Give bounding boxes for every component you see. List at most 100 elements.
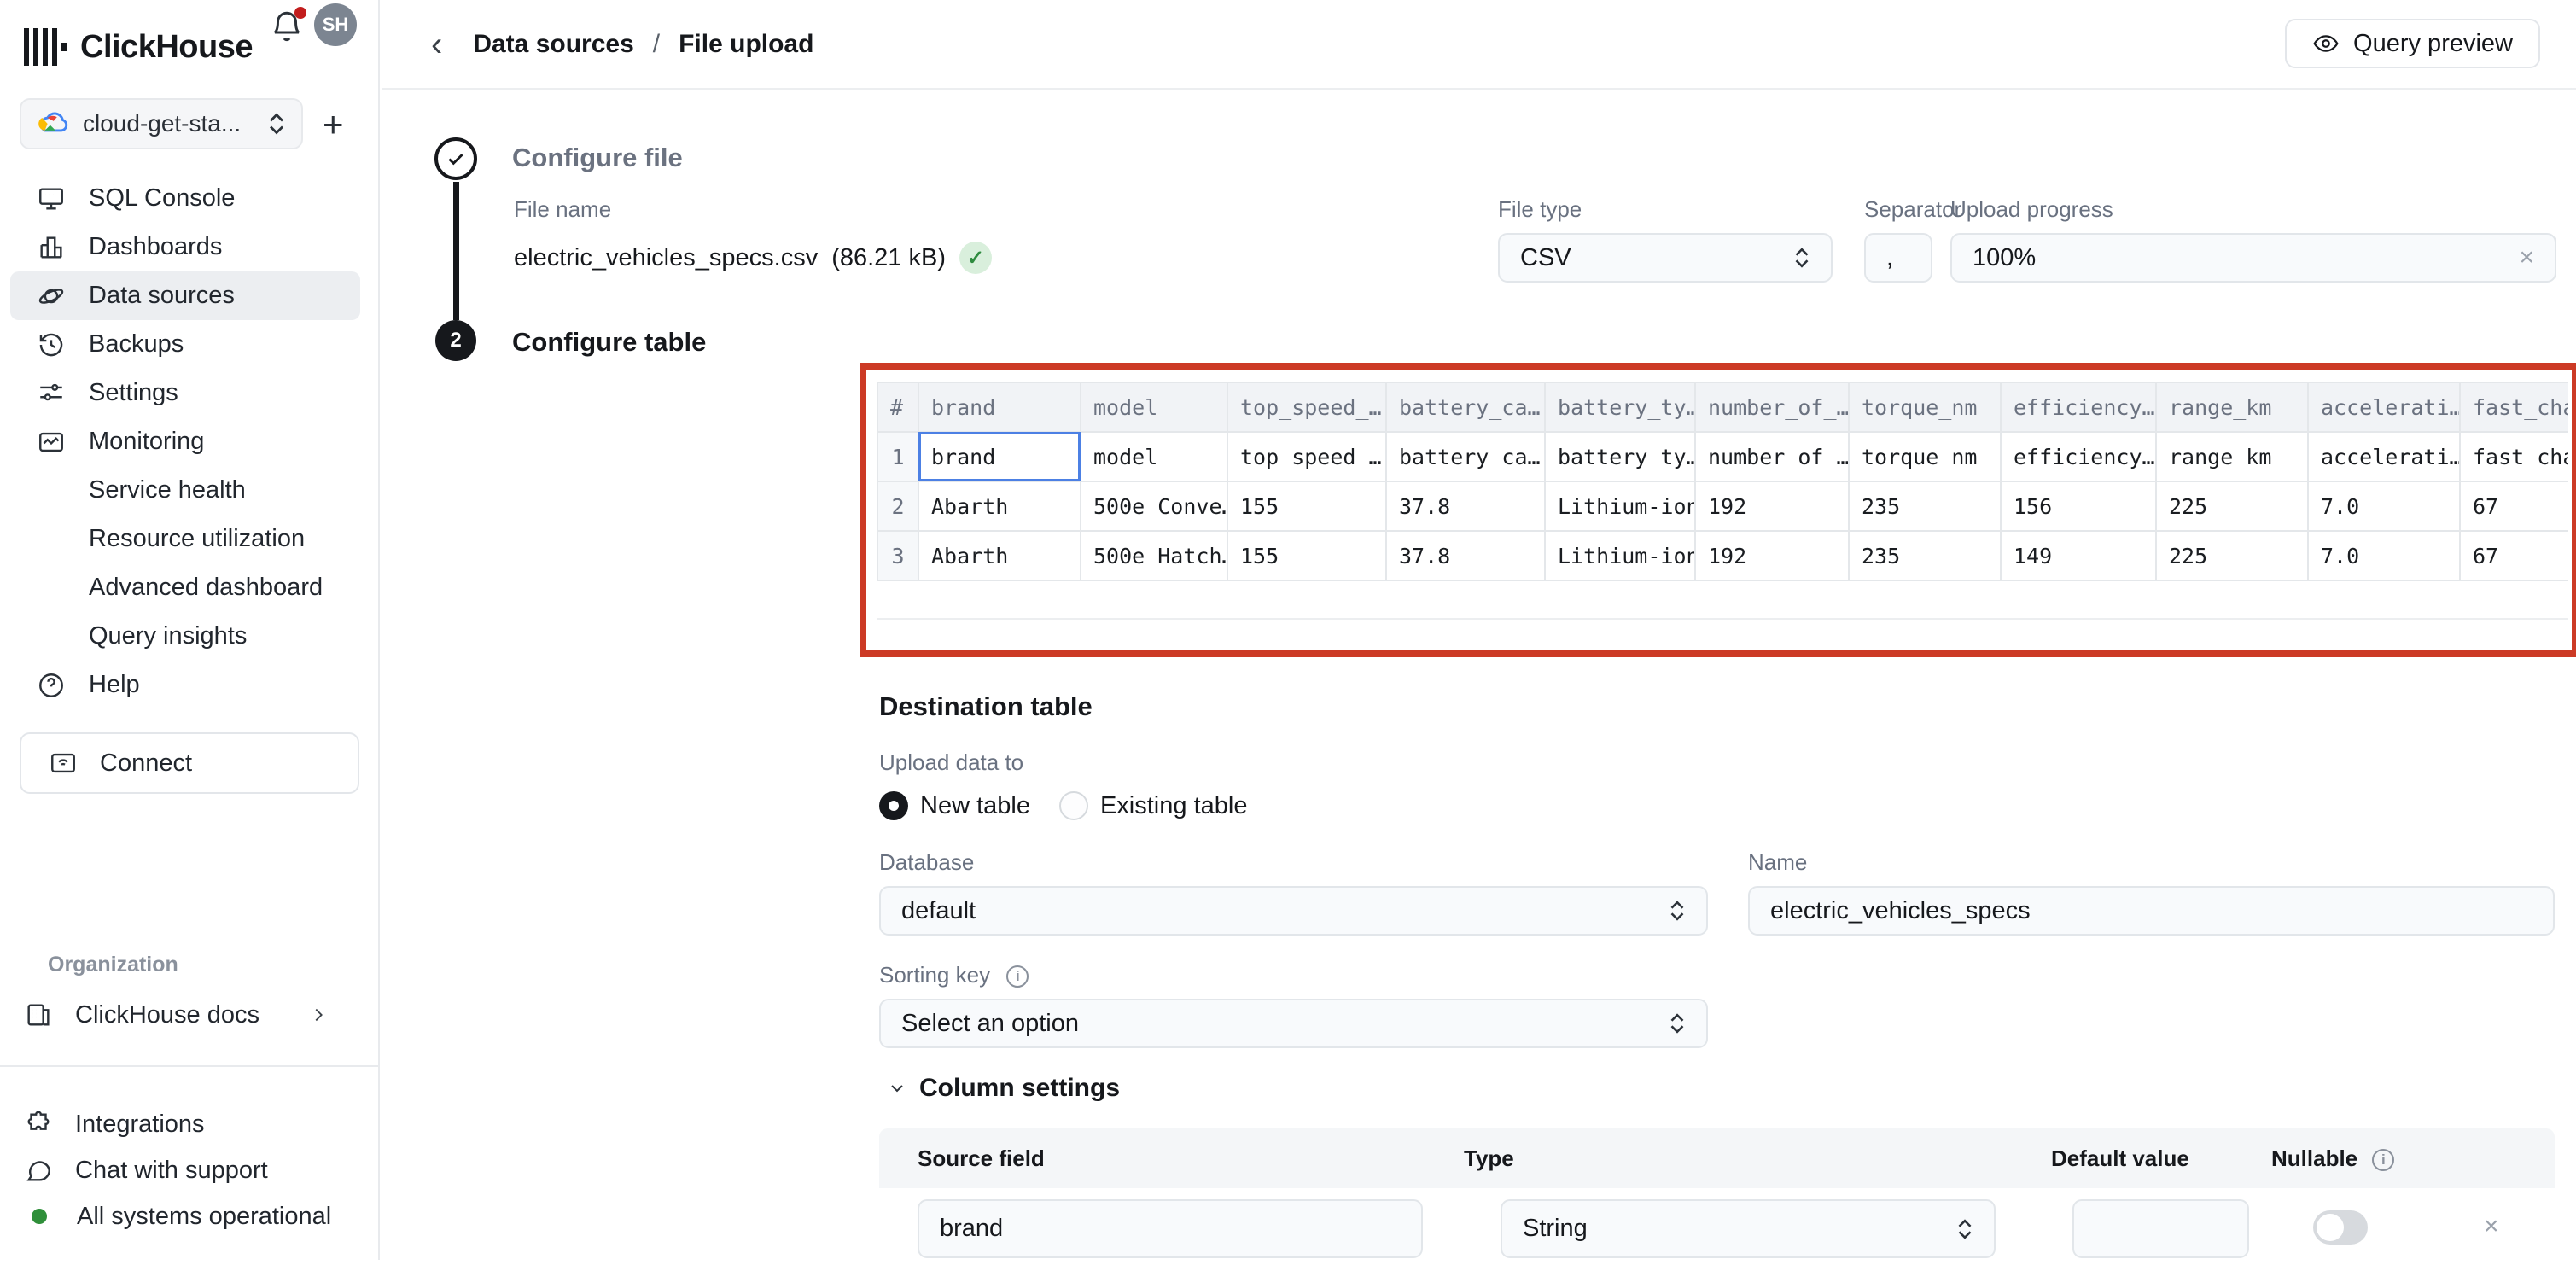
sidebar-item-label: Service health [89, 476, 246, 504]
add-service-button[interactable]: + [323, 107, 344, 143]
table-name-input[interactable]: electric_vehicles_specs [1748, 886, 2555, 936]
clear-upload-icon[interactable]: × [2519, 243, 2534, 272]
step1-complete-icon [434, 137, 477, 180]
table-row: 2 Abarth 500e Conve… 155 37.8 Lithium-io… [877, 481, 2568, 531]
type-header: Type [1464, 1145, 2051, 1172]
cell[interactable]: 67 [2460, 531, 2568, 580]
cell[interactable]: battery_ty… [1545, 432, 1695, 481]
cell[interactable]: battery_ca… [1386, 432, 1545, 481]
sidebar-item-settings[interactable]: Settings [10, 369, 360, 417]
avatar[interactable]: SH [314, 3, 357, 46]
docs-icon [24, 1000, 53, 1029]
source-field-input[interactable]: brand [918, 1199, 1423, 1258]
cell[interactable]: Abarth [918, 531, 1081, 580]
col-header: number_of_… [1695, 382, 1849, 432]
back-chevron-icon[interactable]: ‹ [431, 27, 442, 61]
annotation-highlight-box: # brand model top_speed_… battery_ca… ba… [860, 363, 2576, 657]
cell[interactable]: 37.8 [1386, 481, 1545, 531]
cell[interactable]: 156 [2001, 481, 2156, 531]
file-name-label: File name [514, 196, 611, 223]
cell[interactable]: 67 [2460, 481, 2568, 531]
service-name: cloud-get-sta... [83, 110, 254, 137]
connect-button[interactable]: Connect [20, 732, 359, 794]
file-size-text: (86.21 kB) [831, 244, 946, 272]
cell[interactable]: 225 [2156, 531, 2308, 580]
sidebar-item-service-health[interactable]: Service health [10, 466, 360, 515]
cell[interactable]: model [1081, 432, 1227, 481]
file-type-select[interactable]: CSV [1498, 233, 1833, 283]
sidebar-item-data-sources[interactable]: Data sources [10, 271, 360, 320]
cell[interactable]: range_km [2156, 432, 2308, 481]
radio-selected-icon [879, 791, 908, 820]
separator-input[interactable]: , [1864, 233, 1932, 283]
cell[interactable]: 500e Conve… [1081, 481, 1227, 531]
breadcrumb-data-sources[interactable]: Data sources [473, 30, 633, 59]
step-connector-line [453, 182, 459, 320]
sorting-key-select[interactable]: Select an option [879, 999, 1708, 1048]
cell[interactable]: 192 [1695, 531, 1849, 580]
column-settings-row: brand String × [879, 1188, 2555, 1265]
row-number: 3 [877, 531, 918, 580]
radio-new-table[interactable]: New table [879, 791, 1030, 820]
cell[interactable]: Lithium-ion [1545, 531, 1695, 580]
clickhouse-docs-link[interactable]: ClickHouse docs [24, 990, 357, 1040]
cell[interactable]: fast_cha [2460, 432, 2568, 481]
cell[interactable]: torque_nm [1849, 432, 2001, 481]
column-settings-toggle[interactable]: Column settings [887, 1074, 1120, 1103]
col-header: # [877, 382, 918, 432]
database-select[interactable]: default [879, 886, 1708, 936]
cell[interactable]: 235 [1849, 481, 2001, 531]
cell[interactable]: 155 [1227, 531, 1386, 580]
file-name-text: electric_vehicles_specs.csv [514, 244, 818, 272]
cell[interactable]: 37.8 [1386, 531, 1545, 580]
nullable-toggle[interactable] [2313, 1210, 2368, 1245]
configure-table-title: Configure table [512, 327, 706, 358]
cell[interactable]: 225 [2156, 481, 2308, 531]
col-header: battery_ty… [1545, 382, 1695, 432]
cell[interactable]: efficiency… [2001, 432, 2156, 481]
system-status[interactable]: All systems operational [24, 1193, 361, 1239]
sidebar-item-advanced-dashboard[interactable]: Advanced dashboard [10, 563, 360, 612]
sidebar-item-dashboards[interactable]: Dashboards [10, 223, 360, 271]
sidebar-item-label: Settings [89, 379, 178, 407]
top-bar: ‹ Data sources / File upload Query previ… [382, 0, 2576, 90]
cell[interactable]: accelerati… [2308, 432, 2460, 481]
cell[interactable]: 7.0 [2308, 481, 2460, 531]
main-content: 2 Configure file File name electric_vehi… [382, 90, 2576, 1260]
cell[interactable]: 7.0 [2308, 531, 2460, 580]
sidebar-item-sql-console[interactable]: SQL Console [10, 174, 360, 223]
cell[interactable]: 192 [1695, 481, 1849, 531]
cell[interactable]: top_speed_… [1227, 432, 1386, 481]
cell[interactable]: 235 [1849, 531, 2001, 580]
sidebar-item-resource-utilization[interactable]: Resource utilization [10, 515, 360, 563]
integrations-link[interactable]: Integrations [24, 1101, 361, 1147]
sidebar-item-query-insights[interactable]: Query insights [10, 612, 360, 661]
chat-support-link[interactable]: Chat with support [24, 1147, 361, 1193]
query-preview-label: Query preview [2353, 30, 2513, 58]
breadcrumb: ‹ Data sources / File upload [431, 0, 813, 88]
cell[interactable]: 500e Hatch… [1081, 531, 1227, 580]
cell[interactable]: 149 [2001, 531, 2156, 580]
selected-cell[interactable]: brand [918, 432, 1081, 481]
cell[interactable]: Abarth [918, 481, 1081, 531]
notifications-button[interactable] [269, 7, 308, 46]
help-icon [36, 671, 67, 700]
breadcrumb-separator: / [653, 30, 660, 59]
sidebar-item-monitoring[interactable]: Monitoring [10, 417, 360, 466]
type-select[interactable]: String [1501, 1199, 1996, 1258]
radio-existing-table[interactable]: Existing table [1059, 791, 1248, 820]
query-preview-button[interactable]: Query preview [2285, 19, 2540, 68]
sidebar-item-backups[interactable]: Backups [10, 320, 360, 369]
notification-badge [294, 7, 306, 19]
remove-column-icon[interactable]: × [2484, 1212, 2499, 1241]
cell[interactable]: 155 [1227, 481, 1386, 531]
data-preview-table: # brand model top_speed_… battery_ca… ba… [877, 382, 2568, 625]
updown-chevron-icon [1669, 900, 1686, 922]
eye-icon [2312, 30, 2340, 57]
default-value-input[interactable] [2072, 1199, 2249, 1258]
cell[interactable]: number_of_… [1695, 432, 1849, 481]
sidebar-item-help[interactable]: Help [10, 661, 360, 709]
separator-label: Separator [1864, 196, 1961, 223]
cell[interactable]: Lithium-ion [1545, 481, 1695, 531]
service-selector[interactable]: cloud-get-sta... [20, 98, 303, 149]
